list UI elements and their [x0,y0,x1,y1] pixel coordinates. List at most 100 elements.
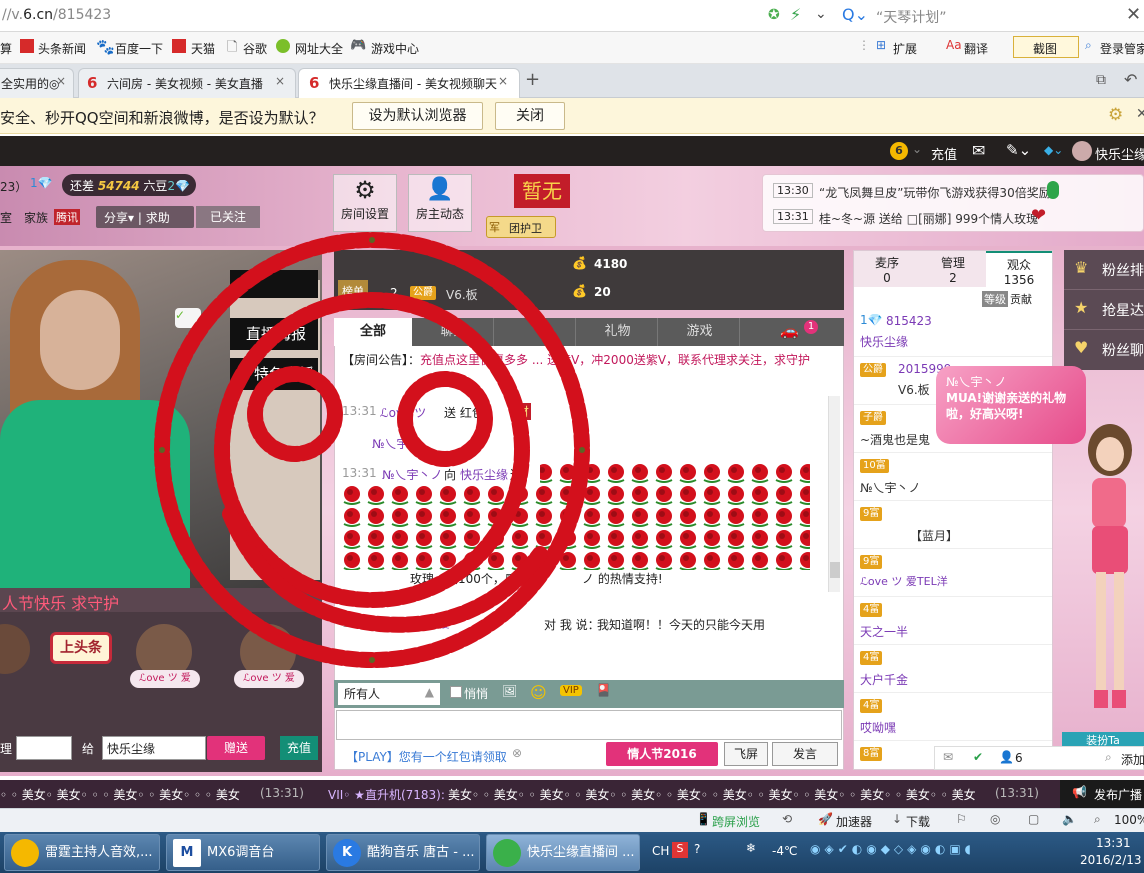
download-link[interactable]: 下载 [906,813,930,830]
share-button[interactable]: 分享 [104,211,128,225]
gear-icon[interactable]: ⚙ [1108,105,1123,125]
tab-audience[interactable]: 观众 1356 [986,251,1052,287]
vip-emoji-button[interactable]: VIP [560,685,582,696]
accelerator-link[interactable]: 加速器 [836,813,872,830]
username-link[interactable]: 快乐尘缘 [1095,144,1144,163]
headline-button[interactable]: 上头条 [50,632,112,664]
ime-icon[interactable]: S [672,842,688,858]
search-input[interactable]: “天琴计划” [876,7,947,27]
give-gift-button[interactable]: 赠送 [207,736,265,760]
zoom-icon[interactable]: ⌕ [1094,812,1101,827]
list-item[interactable]: 4富 大户千金 [854,645,1052,693]
help-icon[interactable]: ? [694,842,700,856]
bookmark-item[interactable]: 天猫 [191,40,215,57]
fly-screen-button[interactable]: 飞屏 [724,742,768,766]
speaker-icon[interactable]: 🔈 [1062,812,1077,826]
bookmark-item[interactable]: 头条新闻 [38,40,86,57]
close-icon[interactable]: ✕ [1136,106,1144,122]
tab-games[interactable]: 游戏 [660,318,740,346]
set-default-button[interactable]: 设为默认浏览器 [352,102,483,130]
url-field[interactable]: //v.6.cn/815423 [2,7,111,23]
list-item[interactable]: 9富 ℒove ツ 爱TEL洋 [854,549,1052,597]
image-icon[interactable]: 🖼 [502,684,517,698]
clock-date[interactable]: 2016/2/13 [1080,853,1142,867]
dress-up-button[interactable]: 装扮Ta [1062,732,1144,747]
sort-level[interactable]: 等级 [982,291,1008,307]
car-icon[interactable]: 🚗 [780,322,799,340]
tab-item-active[interactable]: 6 快乐尘缘直播间 - 美女视频聊天 [298,68,520,99]
chevron-down-icon[interactable]: ⌄ [912,142,922,156]
ticker-sender[interactable]: VII◦ ★直升机(7183): [328,786,445,803]
flash-icon[interactable]: 🎴 [596,683,611,697]
red-packet-link[interactable]: 【PLAY】您有一个红包请领取 [346,748,507,765]
flag-icon[interactable]: ⚐ [956,812,967,826]
fan-chat-button[interactable]: ♥ 粉丝聊 [1064,330,1144,370]
recharge-button[interactable]: 充值 [280,736,318,760]
recipient-select[interactable]: 快乐尘缘 [102,736,206,760]
whisper-checkbox[interactable] [450,686,462,698]
history-icon[interactable]: ⟲ [782,812,792,826]
bookmark-item[interactable]: 游戏中心 [371,40,419,57]
chat-target-select[interactable]: 所有人 ▲ [338,683,440,705]
recharge-link[interactable]: 充值 [931,144,957,163]
close-icon[interactable]: × [56,74,66,88]
taskbar-item[interactable]: 雷霆主持人音效,... [4,834,160,871]
chevron-down-icon[interactable]: ⌄ [815,6,827,22]
add-button[interactable]: 添加 [1121,751,1144,768]
avatar-figure[interactable] [1070,420,1144,730]
sort-contrib[interactable]: 贡献 [1010,291,1032,307]
tab-queue[interactable]: 麦序 0 [854,251,920,287]
send-button[interactable]: 发言 [772,742,838,766]
search-icon[interactable]: Q⌄ [842,5,868,24]
cross-screen-link[interactable]: 跨屏浏览 [712,813,760,830]
refresh-icon[interactable]: ✪ [768,7,780,23]
gift-quantity-input[interactable] [16,736,72,760]
close-icon[interactable]: × [498,74,508,88]
input-language[interactable]: CH [652,844,669,858]
diamond-icon[interactable]: ◆⌄ [1044,143,1063,157]
zoom-level[interactable]: 100% [1114,813,1144,827]
bookmark-item[interactable]: 网址大全 [295,40,343,57]
bookmark-item[interactable]: 百度一下 [115,40,163,57]
emoji-icon[interactable]: ☺ [530,683,547,702]
mail-icon[interactable]: ✉ [972,141,985,160]
search-icon[interactable]: ⌕ [1105,750,1112,765]
taskbar-item-active[interactable]: 快乐尘缘直播间 ... [486,834,640,871]
list-item[interactable]: 4富 天之一半 [854,597,1052,645]
tab-list-icon[interactable]: ⧉ [1096,72,1106,88]
avatar[interactable] [1072,141,1092,161]
check-icon[interactable]: ✔ [973,750,983,764]
tab-admins[interactable]: 管理 2 [920,251,986,287]
lightning-icon[interactable]: ⚡ [790,5,801,24]
taskbar-item[interactable]: K 酷狗音乐 唐古 - ... [326,834,480,871]
close-icon[interactable]: ✕ [1126,4,1141,25]
chat-input[interactable] [336,710,842,740]
mail-icon[interactable]: ✉ [943,750,953,764]
new-tab-icon[interactable]: + [525,69,540,90]
globe-icon[interactable]: ◎ [990,812,1000,826]
close-icon[interactable]: ⊗ [512,746,522,760]
list-item[interactable]: 9富 【蓝月】 [854,501,1052,549]
list-item[interactable]: 1💎 815423 快乐尘缘 [854,309,1052,357]
translate-button[interactable]: 翻译 [964,40,988,57]
bookmark-item[interactable]: 谷歌 [243,40,267,57]
taskbar-item[interactable]: M MX6调音台 [166,834,320,871]
login-button[interactable]: 登录管家 [1100,40,1144,57]
person-icon[interactable]: 👤 [999,750,1014,764]
extend-button[interactable]: 扩展 [893,40,917,57]
tray-icons[interactable]: ◉◈✔◐◉◆◇◈◉◐▣◖ [810,842,975,856]
close-icon[interactable]: × [275,74,285,88]
star-grab-button[interactable]: ★ 抢星达 [1064,290,1144,330]
list-item[interactable]: 10富 №乀宇丶ノ [854,453,1052,501]
tab-item[interactable]: 6 六间房 - 美女视频 - 美女直播 [78,68,296,98]
window-icon[interactable]: ▢ [1028,812,1039,826]
bookmark-item[interactable]: 算 [0,40,12,57]
valentine-button[interactable]: 情人节2016 [606,742,718,766]
chat-scrollbar[interactable] [828,396,840,592]
undo-icon[interactable]: ↶ [1124,70,1137,89]
clock-time[interactable]: 13:31 [1096,836,1131,850]
publish-broadcast-button[interactable]: 📢 发布广播 [1060,780,1144,808]
address-bar[interactable]: //v.6.cn/815423 ✪ ⚡ ⌄ Q⌄ “天琴计划” ✕ [0,0,1144,32]
avatar[interactable] [0,624,30,674]
close-notice-button[interactable]: 关闭 [495,102,565,130]
